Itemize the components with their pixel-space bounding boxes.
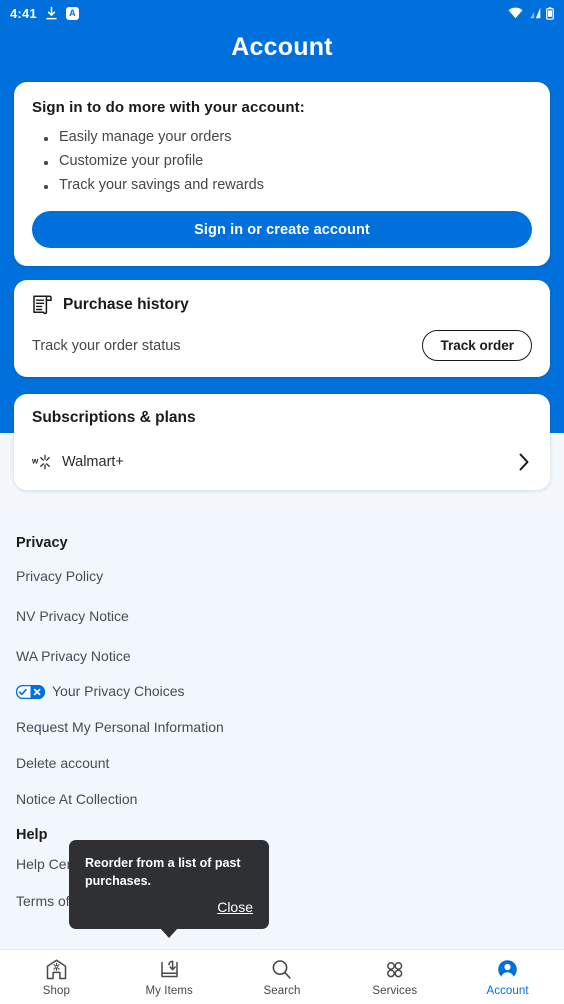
purchase-history-card[interactable]: Purchase history Track your order status…: [14, 280, 550, 377]
nav-item-search-label: Search: [263, 984, 301, 997]
account-circle-icon: [496, 958, 519, 981]
tooltip-text: Reorder from a list of past purchases.: [85, 856, 241, 889]
track-order-button[interactable]: Track order: [422, 330, 532, 361]
status-bar-right: [508, 6, 554, 20]
bottom-navigation-bar: Shop My Items Search Services Account: [0, 949, 564, 1004]
tray-download-icon: [158, 958, 181, 981]
battery-icon: [546, 6, 554, 20]
sign-in-or-create-account-button[interactable]: Sign in or create account: [32, 211, 532, 248]
link-nv-privacy-notice[interactable]: NV Privacy Notice: [16, 608, 548, 625]
link-your-privacy-choices-label: Your Privacy Choices: [52, 683, 185, 700]
storefront-icon: [45, 958, 68, 981]
grid-circles-icon: [383, 958, 406, 981]
nav-item-account-label: Account: [486, 984, 529, 997]
status-bar-left: 4:41 A: [10, 6, 79, 21]
a-badge-icon: A: [65, 6, 79, 20]
nav-item-account[interactable]: Account: [451, 958, 564, 997]
tooltip-close-button[interactable]: Close: [217, 899, 253, 915]
purchase-history-title: Purchase history: [63, 296, 189, 313]
download-icon: [46, 6, 57, 19]
search-icon: [270, 958, 293, 981]
svg-text:w: w: [32, 456, 39, 465]
benefits-list: Easily manage your orders Customize your…: [40, 129, 532, 193]
link-privacy-policy[interactable]: Privacy Policy: [16, 568, 548, 585]
sign-in-heading: Sign in to do more with your account:: [32, 99, 305, 116]
privacy-choices-icon: [16, 684, 45, 699]
wifi-icon: [508, 7, 523, 19]
nav-item-services-label: Services: [372, 984, 418, 997]
nav-item-my-items-label: My Items: [145, 984, 193, 997]
link-delete-account[interactable]: Delete account: [16, 755, 548, 772]
walmart-plus-icon: w: [32, 454, 50, 469]
page-title: Account: [231, 33, 333, 61]
purchase-history-status-row: Track your order status Track order: [32, 330, 532, 361]
receipt-icon: [33, 295, 52, 315]
link-your-privacy-choices[interactable]: Your Privacy Choices: [16, 683, 548, 700]
privacy-section-heading: Privacy: [16, 535, 68, 551]
cellular-signal-icon: [530, 7, 541, 19]
list-item: Track your savings and rewards: [40, 177, 532, 193]
nav-item-my-items[interactable]: My Items: [113, 958, 226, 997]
link-wa-privacy-notice[interactable]: WA Privacy Notice: [16, 648, 548, 665]
sign-in-card: Sign in to do more with your account: Ea…: [14, 82, 550, 266]
list-item: Easily manage your orders: [40, 129, 532, 145]
subscriptions-item-label: Walmart+: [62, 454, 124, 470]
nav-item-search[interactable]: Search: [226, 958, 339, 997]
reorder-tooltip: Reorder from a list of past purchases. C…: [69, 840, 269, 939]
tooltip-close-wrap: Close: [85, 899, 253, 917]
nav-item-shop[interactable]: Shop: [0, 958, 113, 997]
chevron-right-icon: [519, 453, 529, 471]
purchase-history-header: Purchase history: [32, 294, 532, 316]
list-item: Customize your profile: [40, 153, 532, 169]
subscriptions-title: Subscriptions & plans: [32, 409, 196, 426]
status-bar: 4:41 A: [0, 0, 564, 26]
link-notice-at-collection[interactable]: Notice At Collection: [16, 791, 548, 808]
status-bar-clock: 4:41: [10, 5, 37, 21]
purchase-history-subtitle: Track your order status: [32, 337, 181, 354]
subscriptions-card: Subscriptions & plans w Walmart+: [14, 394, 550, 490]
subscriptions-item-walmart-plus[interactable]: w Walmart+: [32, 451, 532, 473]
link-request-my-personal-information[interactable]: Request My Personal Information: [16, 719, 548, 736]
tooltip-arrow: [160, 928, 178, 939]
settings-links-section: Privacy Privacy Policy NV Privacy Notice…: [0, 513, 564, 1004]
nav-item-shop-label: Shop: [42, 984, 71, 997]
nav-item-services[interactable]: Services: [338, 958, 451, 997]
